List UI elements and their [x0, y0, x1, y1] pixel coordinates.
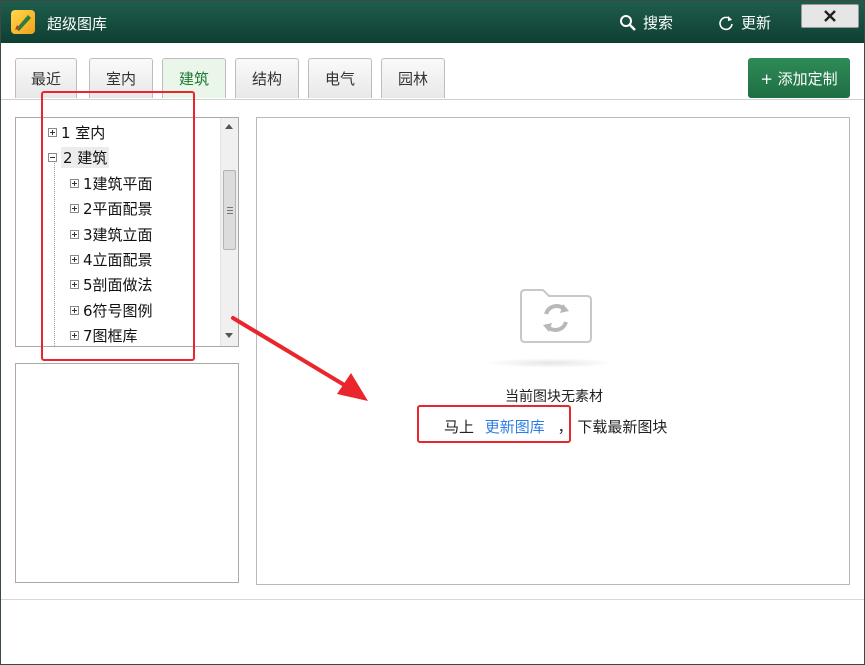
update-separator: ，: [557, 418, 573, 436]
app-logo-icon: [11, 10, 35, 34]
update-prefix: 马上: [444, 418, 475, 436]
refresh-icon: [719, 15, 733, 30]
scroll-down-icon[interactable]: [225, 333, 233, 338]
update-button[interactable]: 更新: [717, 12, 771, 33]
search-label: 搜索: [643, 14, 674, 32]
tree-node-label: 2平面配景: [83, 199, 153, 218]
expand-icon[interactable]: [70, 254, 79, 264]
update-label: 更新: [741, 14, 772, 32]
tree-guide-line: [54, 158, 55, 346]
tree-node-architecture[interactable]: 2 建筑: [48, 146, 110, 168]
tree-node-child[interactable]: 3建筑立面: [70, 223, 153, 245]
collapse-icon[interactable]: [48, 152, 57, 162]
scroll-up-icon[interactable]: [225, 124, 233, 129]
title-bar: 超级图库 搜索 更新: [1, 1, 864, 43]
tree-node-label: 3建筑立面: [83, 225, 153, 244]
tree-node-child[interactable]: 1建筑平面: [70, 172, 153, 194]
search-button[interactable]: 搜索: [619, 12, 673, 33]
expand-icon[interactable]: [70, 279, 79, 289]
tab-electrical[interactable]: 电气: [308, 58, 372, 98]
expand-icon[interactable]: [70, 203, 79, 213]
tab-label: 建筑: [178, 70, 209, 88]
empty-folder-icon: [519, 286, 593, 348]
close-icon: [824, 10, 836, 22]
tab-interior[interactable]: 室内: [89, 58, 153, 98]
update-prompt: 马上 更新图库 ， 下载最新图块: [444, 416, 667, 437]
close-button[interactable]: [801, 4, 859, 28]
expand-icon[interactable]: [48, 127, 57, 137]
expand-icon[interactable]: [70, 305, 79, 315]
tree-node-interior[interactable]: 1 室内: [48, 121, 105, 143]
expand-icon[interactable]: [70, 178, 79, 188]
icon-shadow: [485, 358, 617, 368]
tree-node-label: 2 建筑: [61, 146, 110, 168]
tree-node-child[interactable]: 5剖面做法: [70, 273, 153, 295]
tab-recent[interactable]: 最近: [15, 58, 77, 98]
tab-label: 室内: [105, 70, 136, 88]
search-icon: [620, 14, 636, 31]
tree-node-label: 1建筑平面: [83, 174, 153, 193]
tree-node-child[interactable]: 2平面配景: [70, 197, 153, 219]
tab-architecture[interactable]: 建筑: [162, 58, 226, 98]
tab-label: 电气: [324, 70, 355, 88]
app-window: 超级图库 搜索 更新 最近 室内 建筑 结构 电气 园林 + 添加定制 1 室内…: [0, 0, 865, 665]
window-title: 超级图库: [47, 15, 108, 33]
tab-landscape[interactable]: 园林: [381, 58, 445, 98]
grip-line: [227, 207, 233, 208]
add-custom-button[interactable]: + 添加定制: [748, 58, 850, 98]
tree-node-label: 4立面配景: [83, 250, 153, 269]
tab-label: 最近: [30, 70, 61, 88]
category-tree: 1 室内 2 建筑 1建筑平面 2平面配景 3建筑立面 4立面配景 5剖面做法: [15, 117, 239, 347]
tree-node-child[interactable]: 7图框库: [70, 324, 138, 346]
tree-scrollbar[interactable]: [220, 118, 238, 346]
tab-structure[interactable]: 结构: [235, 58, 299, 98]
grip-line: [227, 210, 233, 211]
update-suffix: 下载最新图块: [577, 418, 668, 436]
tree-node-label: 7图框库: [83, 326, 138, 345]
expand-icon[interactable]: [70, 229, 79, 239]
tree-node-child[interactable]: 4立面配景: [70, 248, 153, 270]
category-tabs: 最近 室内 建筑 结构 电气 园林 + 添加定制: [1, 43, 864, 100]
footer-divider: [1, 599, 864, 600]
tree-node-label: 5剖面做法: [83, 275, 153, 294]
content-panel: 当前图块无素材 马上 更新图库 ， 下载最新图块: [256, 117, 850, 585]
empty-message: 当前图块无素材: [505, 389, 603, 405]
grip-line: [227, 213, 233, 214]
preview-panel: [15, 363, 239, 583]
tree-node-label: 1 室内: [61, 123, 106, 142]
tab-label: 园林: [397, 70, 428, 88]
expand-icon[interactable]: [70, 330, 79, 340]
tree-node-label: 6符号图例: [83, 301, 153, 320]
tab-label: 结构: [251, 70, 282, 88]
update-library-link[interactable]: 更新图库: [485, 418, 545, 436]
tree-node-child[interactable]: 6符号图例: [70, 299, 153, 321]
scrollbar-thumb[interactable]: [223, 170, 236, 250]
